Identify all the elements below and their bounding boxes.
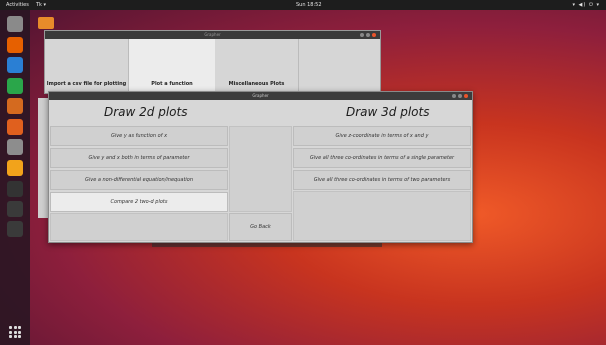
close-icon[interactable] bbox=[464, 94, 468, 98]
empty-tile[interactable] bbox=[299, 39, 381, 91]
two-parameter-3d-button[interactable]: Give all three co-ordinates in terms of … bbox=[293, 170, 471, 190]
back-window-titlebar[interactable]: Grapher bbox=[45, 31, 380, 39]
empty-cell bbox=[293, 191, 471, 241]
top-bar: Activities Tk ▾ Sun 18:52 ▾ ◀) ⏻ ▾ bbox=[0, 0, 606, 10]
go-back-button[interactable]: Go Back bbox=[229, 213, 292, 241]
front-grapher-window: Grapher Draw 2d plots Draw 3d plots Give… bbox=[48, 91, 473, 243]
impress-icon[interactable] bbox=[7, 98, 23, 114]
front-window-title: Grapher bbox=[252, 93, 269, 98]
window-controls bbox=[360, 33, 376, 37]
front-window-titlebar[interactable]: Grapher bbox=[49, 92, 472, 100]
clock[interactable]: Sun 18:52 bbox=[296, 0, 322, 10]
y-function-of-x-button[interactable]: Give y as function of x bbox=[50, 126, 228, 146]
system-tray[interactable]: ▾ ◀) ⏻ ▾ bbox=[572, 0, 600, 10]
settings-icon[interactable] bbox=[7, 139, 23, 155]
back-window-title: Grapher bbox=[204, 32, 221, 37]
empty-cell bbox=[50, 213, 228, 241]
single-parameter-3d-button[interactable]: Give all three co-ordinates in terms of … bbox=[293, 148, 471, 168]
writer-icon[interactable] bbox=[7, 57, 23, 73]
misc-plots-tile[interactable]: Miscellaneous Plots bbox=[215, 39, 299, 91]
plot-function-tile[interactable]: Plot a function bbox=[129, 39, 215, 91]
minimize-icon[interactable] bbox=[360, 33, 364, 37]
compare-2d-plots-button[interactable]: Compare 2 two-d plots bbox=[50, 192, 228, 212]
software-icon[interactable] bbox=[7, 119, 23, 135]
heading-3d: Draw 3d plots bbox=[346, 105, 430, 119]
import-csv-tile[interactable]: Import a csv file for plotting bbox=[45, 39, 129, 91]
terminal-icon[interactable] bbox=[7, 181, 23, 197]
heading-2d: Draw 2d plots bbox=[104, 105, 188, 119]
folder-icon[interactable] bbox=[7, 16, 23, 32]
firefox-icon[interactable] bbox=[7, 37, 23, 53]
calc-icon[interactable] bbox=[7, 78, 23, 94]
desktop-folder-icon[interactable] bbox=[38, 17, 54, 29]
back-grapher-window: Grapher Import a csv file for plotting P… bbox=[44, 30, 381, 94]
dock bbox=[0, 10, 30, 345]
parametric-2d-button[interactable]: Give y and x both in terms of parameter bbox=[50, 148, 228, 168]
close-icon[interactable] bbox=[372, 33, 376, 37]
minimize-icon[interactable] bbox=[452, 94, 456, 98]
app-menu[interactable]: Tk ▾ bbox=[36, 0, 46, 10]
maximize-icon[interactable] bbox=[458, 94, 462, 98]
maximize-icon[interactable] bbox=[366, 33, 370, 37]
non-differential-equation-button[interactable]: Give a non-differential equation/inequat… bbox=[50, 170, 228, 190]
window-shadow bbox=[152, 243, 382, 247]
z-coordinate-button[interactable]: Give z-coordinate in terms of x and y bbox=[293, 126, 471, 146]
show-applications-icon[interactable] bbox=[9, 326, 21, 338]
activities-button[interactable]: Activities bbox=[6, 0, 29, 10]
app-icon-2[interactable] bbox=[7, 221, 23, 237]
sublime-icon[interactable] bbox=[7, 160, 23, 176]
empty-cell bbox=[229, 126, 292, 212]
app-icon-1[interactable] bbox=[7, 201, 23, 217]
window-controls bbox=[452, 94, 468, 98]
